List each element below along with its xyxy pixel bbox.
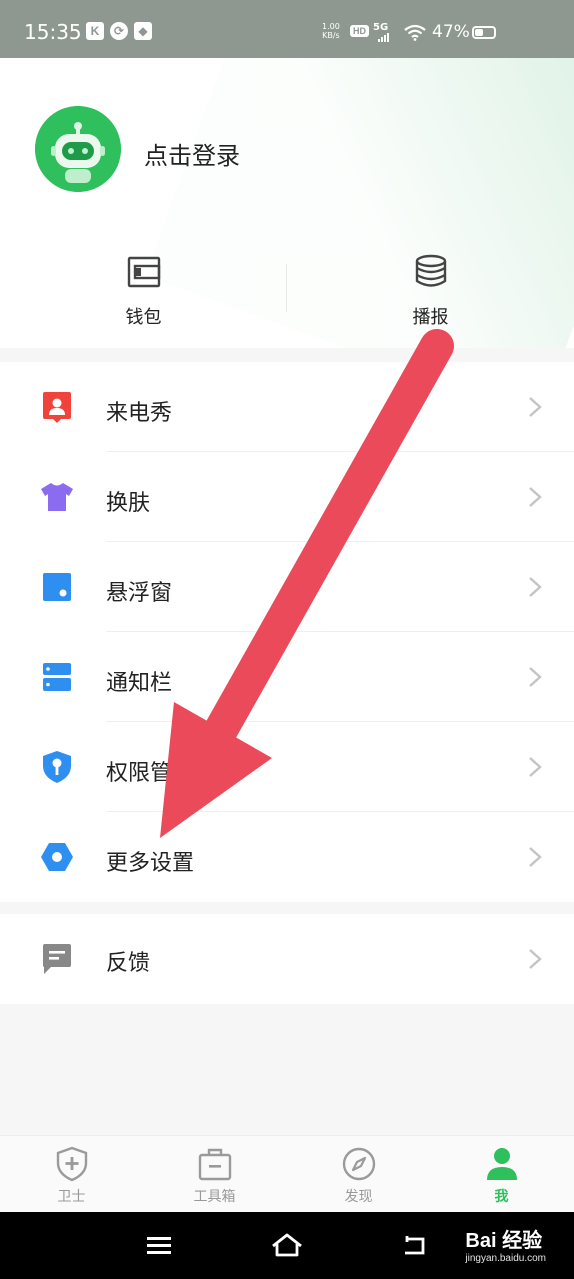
feedback-icon xyxy=(43,944,71,974)
menu-item-more-settings[interactable]: 更多设置 xyxy=(0,812,574,902)
tab-label: 发现 xyxy=(344,1188,373,1204)
menu-item-label: 换肤 xyxy=(106,490,151,515)
watermark-brand: Bai 经验 xyxy=(465,1230,543,1252)
settings-menu: 来电秀 换肤 悬浮窗 通知栏 权限管 更多设置 xyxy=(0,362,574,902)
chevron-right-icon xyxy=(529,667,542,687)
network-speed-unit: KB/s xyxy=(322,31,340,40)
menu-item-caller-show[interactable]: 来电秀 xyxy=(0,362,574,452)
compass-icon xyxy=(342,1147,375,1181)
avatar[interactable] xyxy=(35,106,121,192)
menu-item-permissions[interactable]: 权限管 xyxy=(0,722,574,812)
wallet-icon xyxy=(127,256,160,288)
tab-toolbox[interactable]: 工具箱 xyxy=(143,1146,286,1206)
shield-key-icon xyxy=(43,751,71,783)
chevron-right-icon xyxy=(529,397,542,417)
system-nav-bar: Bai 经验 jingyan.baidu.com xyxy=(0,1212,574,1279)
profile-header: 点击登录 钱包 播报 xyxy=(0,58,574,348)
tab-label: 我 xyxy=(494,1188,509,1204)
menu-item-label: 来电秀 xyxy=(106,400,173,425)
chevron-right-icon xyxy=(529,847,542,867)
tshirt-icon xyxy=(41,483,73,511)
baidu-jingyan-watermark: Bai 经验 jingyan.baidu.com xyxy=(465,1224,546,1264)
menu-item-skin[interactable]: 换肤 xyxy=(0,452,574,542)
watermark-url: jingyan.baidu.com xyxy=(465,1253,546,1264)
menu-item-notification-bar[interactable]: 通知栏 xyxy=(0,632,574,722)
login-link[interactable]: 点击登录 xyxy=(144,136,240,171)
feedback-section: 反馈 xyxy=(0,914,574,1004)
chevron-right-icon xyxy=(529,487,542,507)
network-speed-value: 1.00 xyxy=(322,22,340,31)
battery-fill xyxy=(475,29,483,36)
sync-icon: ⟳ xyxy=(110,22,128,40)
menu-item-label: 通知栏 xyxy=(106,670,173,695)
wifi-icon xyxy=(404,24,426,41)
k-app-icon: K xyxy=(86,22,104,40)
broadcast-label: 播报 xyxy=(412,307,449,327)
network-type: 5G xyxy=(373,22,389,33)
menu-item-label: 更多设置 xyxy=(106,850,195,875)
bottom-tab-bar: 卫士 工具箱 发现 我 xyxy=(0,1135,574,1212)
tab-me[interactable]: 我 xyxy=(430,1146,573,1206)
menu-item-floating-window[interactable]: 悬浮窗 xyxy=(0,542,574,632)
tab-guard[interactable]: 卫士 xyxy=(0,1146,143,1206)
broadcast-button[interactable]: 播报 xyxy=(287,254,574,329)
wallet-button[interactable]: 钱包 xyxy=(0,254,287,329)
menu-item-label: 反馈 xyxy=(106,950,151,975)
status-time: 15:35 xyxy=(24,20,82,44)
status-bar: 15:35 K ⟳ ◆ 1.00 KB/s HD 5G 47% xyxy=(0,0,574,58)
chevron-right-icon xyxy=(529,577,542,597)
back-nav-icon[interactable] xyxy=(397,1228,433,1262)
tab-label: 卫士 xyxy=(57,1188,86,1204)
battery-icon xyxy=(472,26,496,39)
shield-plus-icon xyxy=(56,1146,87,1182)
signal-icon xyxy=(378,33,389,42)
robot-avatar-icon xyxy=(35,106,121,192)
menu-nav-icon[interactable] xyxy=(141,1228,177,1262)
floating-window-icon xyxy=(43,573,71,601)
pin-app-icon: ◆ xyxy=(134,22,152,40)
network-speed: 1.00 KB/s xyxy=(322,22,340,40)
tab-label: 工具箱 xyxy=(193,1188,236,1204)
hd-badge: HD xyxy=(350,25,369,37)
hexagon-settings-icon xyxy=(41,843,73,871)
home-nav-icon[interactable] xyxy=(269,1228,305,1262)
toolbox-icon xyxy=(198,1148,231,1181)
chevron-right-icon xyxy=(529,757,542,777)
wallet-label: 钱包 xyxy=(125,307,162,327)
menu-item-feedback[interactable]: 反馈 xyxy=(0,914,574,1004)
tab-discover[interactable]: 发现 xyxy=(287,1146,430,1206)
database-stack-icon xyxy=(415,254,446,287)
menu-item-label: 权限管 xyxy=(106,760,173,785)
person-icon xyxy=(486,1148,517,1180)
caller-show-icon xyxy=(43,392,71,423)
battery-percent: 47% xyxy=(432,22,470,42)
notification-bar-icon xyxy=(43,663,71,691)
menu-item-label: 悬浮窗 xyxy=(106,580,173,605)
chevron-right-icon xyxy=(529,949,542,969)
